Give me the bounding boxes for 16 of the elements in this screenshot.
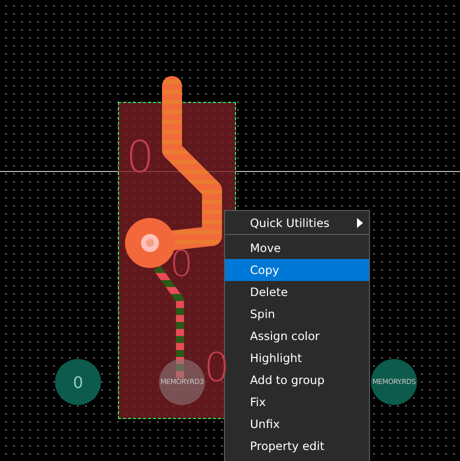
menu-item[interactable]: Add to group — [225, 369, 369, 391]
menu-item[interactable]: Property edit — [225, 435, 369, 457]
submenu-arrow-icon — [357, 218, 363, 228]
menu-item[interactable]: Fix — [225, 391, 369, 413]
pad-label: 0 — [73, 372, 83, 392]
menu-item[interactable]: Quick Utilities — [225, 212, 369, 235]
menu-item[interactable]: Highlight — [225, 347, 369, 369]
menu-item[interactable]: Delete — [225, 281, 369, 303]
refdes-label: 0 — [126, 136, 154, 180]
menu-item[interactable]: Copy — [225, 259, 369, 281]
menu-item[interactable]: Spin — [225, 303, 369, 325]
menu-item[interactable]: Assign color — [225, 325, 369, 347]
pad[interactable]: 0 — [55, 359, 101, 405]
refdes-label: 0 — [170, 247, 193, 283]
menu-item[interactable]: Move — [225, 237, 369, 259]
menu-item[interactable]: Unfix — [225, 413, 369, 435]
